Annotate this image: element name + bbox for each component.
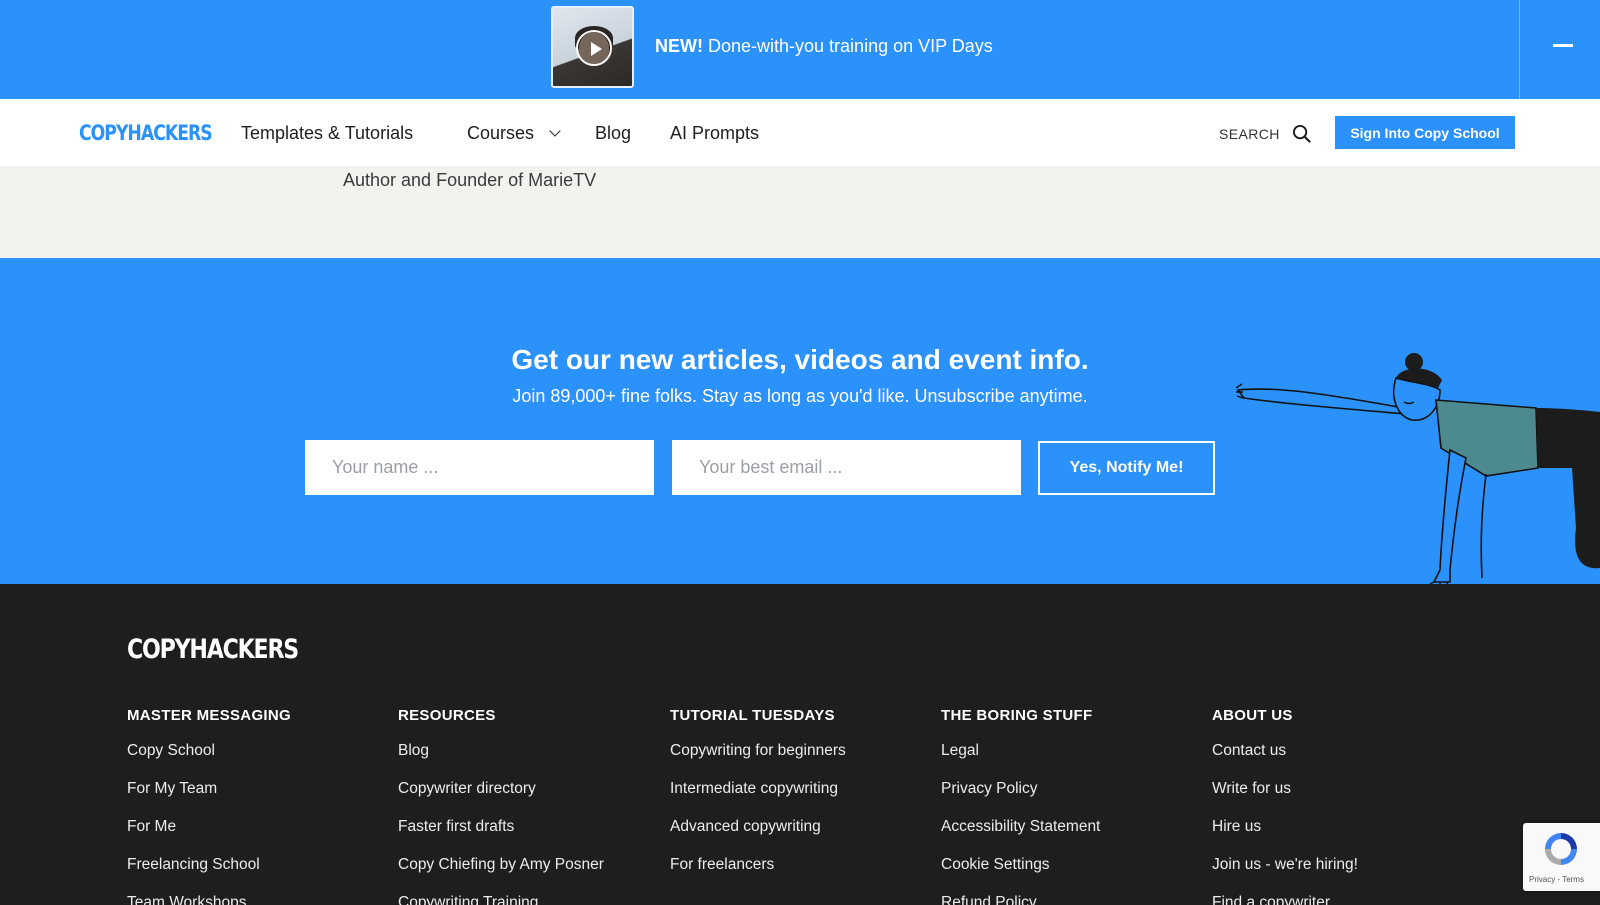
promo-divider — [1519, 0, 1520, 99]
search-icon[interactable] — [1292, 124, 1311, 143]
recaptcha-terms-link[interactable]: Privacy - Terms — [1529, 875, 1584, 884]
footer-link[interactable]: For Me — [127, 818, 291, 856]
nav-ai-prompts[interactable]: AI Prompts — [670, 123, 759, 144]
footer-link[interactable]: Hire us — [1212, 818, 1358, 856]
site-footer: COPYHACKERS MASTER MESSAGING Copy School… — [0, 584, 1600, 905]
nav-blog[interactable]: Blog — [595, 123, 631, 144]
footer-link[interactable]: Copy School — [127, 742, 291, 780]
footer-link[interactable]: Accessibility Statement — [941, 818, 1100, 856]
footer-link[interactable]: Copywriting Training — [398, 894, 604, 905]
nav-templates-tutorials[interactable]: Templates & Tutorials — [241, 123, 413, 144]
footer-link[interactable]: Privacy Policy — [941, 780, 1100, 818]
testimonial-author-role: Author and Founder of MarieTV — [343, 170, 597, 190]
footer-link[interactable]: Contact us — [1212, 742, 1358, 780]
footer-link[interactable]: Freelancing School — [127, 856, 291, 894]
nav-courses[interactable]: Courses — [467, 123, 534, 144]
footer-logo[interactable]: COPYHACKERS — [127, 634, 299, 665]
promo-link[interactable]: NEW! Done-with-you training on VIP Days — [655, 36, 993, 57]
footer-link[interactable]: Find a copywriter — [1212, 894, 1358, 905]
footer-link[interactable]: Team Workshops — [127, 894, 291, 905]
footer-link[interactable]: Advanced copywriting — [670, 818, 846, 856]
site-logo[interactable]: COPYHACKERS — [79, 121, 213, 145]
footer-link[interactable]: For freelancers — [670, 856, 846, 894]
promo-video-thumbnail[interactable] — [551, 6, 634, 88]
footer-link[interactable]: Copy Chiefing by Amy Posner — [398, 856, 604, 894]
recaptcha-icon — [1545, 833, 1577, 865]
subscribe-section: Get our new articles, videos and event i… — [0, 258, 1600, 584]
footer-column-title: TUTORIAL TUESDAYS — [670, 707, 835, 724]
footer-link[interactable]: Intermediate copywriting — [670, 780, 846, 818]
footer-column-master-messaging: MASTER MESSAGING Copy School For My Team… — [127, 707, 291, 905]
footer-link[interactable]: Legal — [941, 742, 1100, 780]
recaptcha-badge[interactable]: Privacy - Terms — [1523, 823, 1600, 891]
footer-column-title: ABOUT US — [1212, 707, 1293, 724]
name-input[interactable] — [305, 440, 654, 495]
footer-link[interactable]: Copywriting for beginners — [670, 742, 846, 780]
footer-link[interactable]: Write for us — [1212, 780, 1358, 818]
search-label[interactable]: SEARCH — [1219, 126, 1280, 142]
footer-link[interactable]: Cookie Settings — [941, 856, 1100, 894]
chevron-down-icon[interactable] — [549, 125, 561, 137]
yoga-figure-illustration — [1236, 353, 1600, 584]
email-input[interactable] — [672, 440, 1021, 495]
footer-column-title: THE BORING STUFF — [941, 707, 1093, 724]
play-icon[interactable] — [576, 30, 612, 66]
collapse-icon[interactable] — [1553, 44, 1573, 47]
footer-column-title: RESOURCES — [398, 707, 496, 724]
promo-badge: NEW! — [655, 36, 703, 56]
footer-column-tutorial-tuesdays: TUTORIAL TUESDAYS Copywriting for beginn… — [670, 707, 846, 894]
notify-me-button[interactable]: Yes, Notify Me! — [1038, 441, 1215, 495]
main-nav: COPYHACKERS Templates & Tutorials Course… — [0, 99, 1600, 166]
footer-link[interactable]: Blog — [398, 742, 604, 780]
footer-link[interactable]: Join us - we're hiring! — [1212, 856, 1358, 894]
testimonial-section: Author and Founder of MarieTV — [0, 166, 1600, 258]
footer-column-title: MASTER MESSAGING — [127, 707, 291, 724]
footer-link[interactable]: Faster first drafts — [398, 818, 604, 856]
footer-link[interactable]: Copywriter directory — [398, 780, 604, 818]
footer-column-boring-stuff: THE BORING STUFF Legal Privacy Policy Ac… — [941, 707, 1100, 905]
footer-column-about-us: ABOUT US Contact us Write for us Hire us… — [1212, 707, 1358, 905]
promo-text: Done-with-you training on VIP Days — [703, 36, 993, 56]
footer-link[interactable]: For My Team — [127, 780, 291, 818]
promo-banner: NEW! Done-with-you training on VIP Days — [0, 0, 1600, 99]
footer-column-resources: RESOURCES Blog Copywriter directory Fast… — [398, 707, 604, 905]
sign-into-copy-school-button[interactable]: Sign Into Copy School — [1335, 116, 1515, 149]
footer-link[interactable]: Refund Policy — [941, 894, 1100, 905]
